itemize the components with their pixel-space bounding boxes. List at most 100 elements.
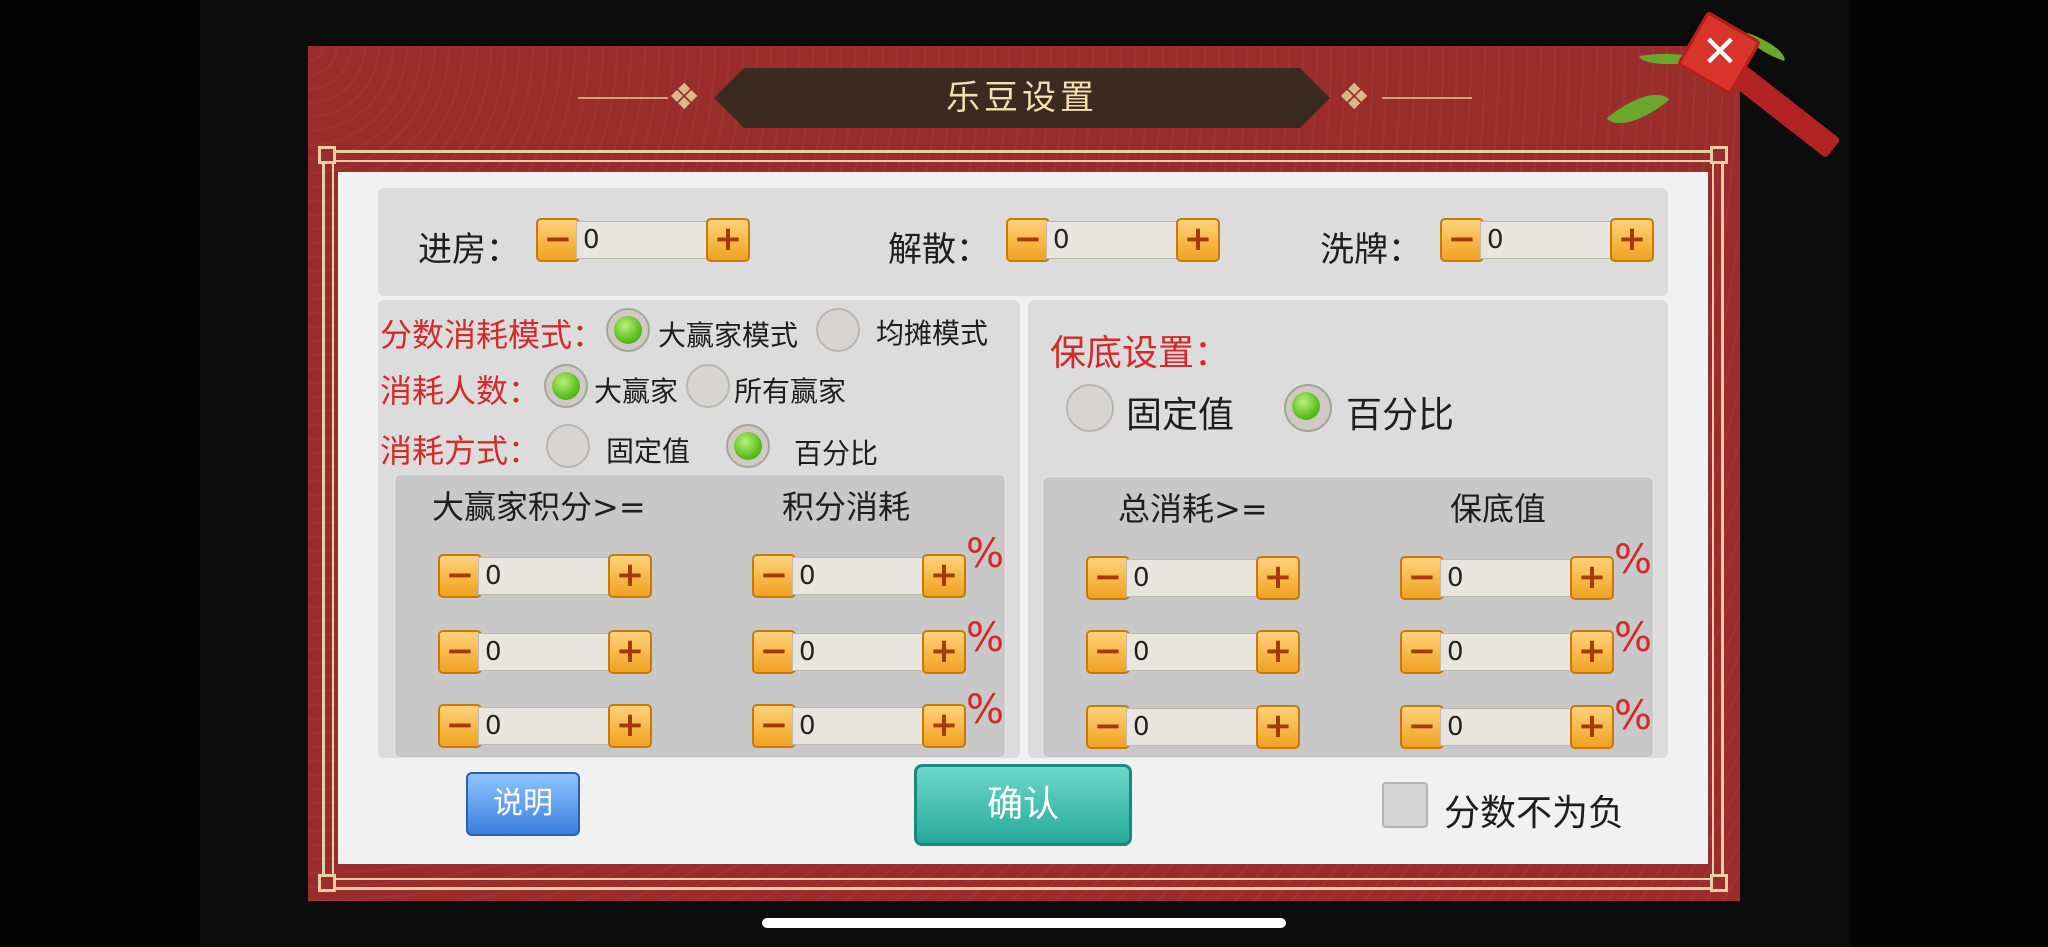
column-header: 总消耗>=	[1118, 490, 1268, 528]
percent-sign: %	[1614, 615, 1653, 661]
increment-button[interactable]: +	[922, 704, 966, 748]
entry-fee-input[interactable]: 0	[576, 221, 708, 259]
increment-button[interactable]: +	[922, 554, 966, 598]
score-mode-label: 分数消耗模式：	[380, 316, 605, 354]
entry-fee-stepper[interactable]: − 0 +	[536, 218, 750, 262]
shuffle-stepper[interactable]: − 0 +	[1440, 218, 1654, 262]
decrement-button[interactable]: −	[438, 554, 482, 598]
increment-button[interactable]: +	[1256, 705, 1300, 749]
increment-button[interactable]: +	[608, 554, 652, 598]
confirm-button[interactable]: 确认	[914, 764, 1132, 846]
total-consume-stepper[interactable]: − 0 +	[1086, 630, 1300, 674]
flower-ornament-icon: ❖	[1338, 77, 1371, 118]
decrement-button[interactable]: −	[752, 704, 796, 748]
winner-score-input[interactable]: 0	[478, 707, 610, 745]
home-indicator[interactable]	[762, 918, 1286, 928]
increment-button[interactable]: +	[706, 218, 750, 262]
decrement-button[interactable]: −	[1006, 218, 1050, 262]
dissolve-stepper[interactable]: − 0 +	[1006, 218, 1220, 262]
score-mode-option-label: 大赢家模式	[658, 319, 799, 352]
guarantee-value-stepper[interactable]: − 0 +	[1400, 556, 1614, 600]
increment-button[interactable]: +	[1570, 630, 1614, 674]
winner-score-stepper[interactable]: − 0 +	[438, 554, 652, 598]
dissolve-label: 解散：	[888, 230, 990, 270]
guarantee-radio-percent[interactable]	[1284, 384, 1332, 432]
consume-method-radio-fixed[interactable]	[546, 424, 590, 468]
percent-sign: %	[966, 531, 1005, 577]
title-ornament-line-right	[1382, 97, 1472, 99]
nonnegative-checkbox[interactable]	[1382, 782, 1428, 828]
increment-button[interactable]: +	[608, 704, 652, 748]
decrement-button[interactable]: −	[752, 630, 796, 674]
score-consume-input[interactable]: 0	[792, 707, 924, 745]
consumer-count-radio-all[interactable]	[686, 364, 730, 408]
shuffle-input[interactable]: 0	[1480, 221, 1612, 259]
increment-button[interactable]: +	[1176, 218, 1220, 262]
decrement-button[interactable]: −	[752, 554, 796, 598]
percent-sign: %	[1614, 693, 1653, 739]
decrement-button[interactable]: −	[1400, 556, 1444, 600]
dialog-title: 乐豆设置	[946, 78, 1098, 118]
increment-button[interactable]: +	[1256, 630, 1300, 674]
winner-score-input[interactable]: 0	[478, 633, 610, 671]
corner-ornament	[318, 146, 336, 164]
total-consume-input[interactable]: 0	[1126, 559, 1258, 597]
increment-button[interactable]: +	[1256, 556, 1300, 600]
winner-score-stepper[interactable]: − 0 +	[438, 704, 652, 748]
guarantee-title: 保底设置：	[1050, 333, 1231, 374]
consume-method-option-label: 固定值	[606, 435, 691, 468]
winner-score-stepper[interactable]: − 0 +	[438, 630, 652, 674]
corner-ornament	[1710, 874, 1728, 892]
nonnegative-label: 分数不为负	[1444, 793, 1625, 834]
score-consume-stepper[interactable]: − 0 +	[752, 704, 966, 748]
increment-button[interactable]: +	[1570, 705, 1614, 749]
guarantee-option-label: 固定值	[1126, 395, 1235, 436]
winner-score-input[interactable]: 0	[478, 557, 610, 595]
guarantee-value-input[interactable]: 0	[1440, 708, 1572, 746]
column-header: 积分消耗	[782, 488, 911, 526]
shuffle-label: 洗牌：	[1320, 230, 1422, 270]
decrement-button[interactable]: −	[1400, 705, 1444, 749]
total-consume-input[interactable]: 0	[1126, 708, 1258, 746]
decrement-button[interactable]: −	[438, 704, 482, 748]
column-header: 大赢家积分>=	[432, 488, 646, 526]
score-mode-radio-winner[interactable]	[606, 308, 650, 352]
increment-button[interactable]: +	[1610, 218, 1654, 262]
close-icon: ✕	[1701, 26, 1738, 78]
decrement-button[interactable]: −	[438, 630, 482, 674]
score-mode-radio-split[interactable]	[816, 308, 860, 352]
score-consume-stepper[interactable]: − 0 +	[752, 630, 966, 674]
consume-method-radio-percent[interactable]	[726, 424, 770, 468]
guarantee-radio-fixed[interactable]	[1066, 384, 1114, 432]
score-consume-stepper[interactable]: − 0 +	[752, 554, 966, 598]
score-consume-input[interactable]: 0	[792, 633, 924, 671]
increment-button[interactable]: +	[922, 630, 966, 674]
total-consume-stepper[interactable]: − 0 +	[1086, 556, 1300, 600]
total-consume-stepper[interactable]: − 0 +	[1086, 705, 1300, 749]
consumer-count-option-label: 所有赢家	[734, 375, 847, 408]
guarantee-value-input[interactable]: 0	[1440, 633, 1572, 671]
consume-method-option-label: 百分比	[794, 437, 879, 470]
decrement-button[interactable]: −	[536, 218, 580, 262]
entry-fee-label: 进房：	[418, 230, 520, 270]
title-ornament-line-left	[578, 97, 668, 99]
total-consume-input[interactable]: 0	[1126, 633, 1258, 671]
score-mode-option-label: 均摊模式	[876, 317, 989, 350]
score-consume-input[interactable]: 0	[792, 557, 924, 595]
decrement-button[interactable]: −	[1440, 218, 1484, 262]
decrement-button[interactable]: −	[1086, 630, 1130, 674]
decrement-button[interactable]: −	[1086, 556, 1130, 600]
guarantee-value-stepper[interactable]: − 0 +	[1400, 705, 1614, 749]
flower-ornament-icon: ❖	[668, 77, 701, 118]
guarantee-value-input[interactable]: 0	[1440, 559, 1572, 597]
percent-sign: %	[966, 687, 1005, 733]
increment-button[interactable]: +	[1570, 556, 1614, 600]
help-button[interactable]: 说明	[466, 772, 580, 836]
dissolve-input[interactable]: 0	[1046, 221, 1178, 259]
consumer-count-label: 消耗人数：	[380, 372, 541, 410]
decrement-button[interactable]: −	[1086, 705, 1130, 749]
consumer-count-radio-winner[interactable]	[544, 364, 588, 408]
decrement-button[interactable]: −	[1400, 630, 1444, 674]
increment-button[interactable]: +	[608, 630, 652, 674]
guarantee-value-stepper[interactable]: − 0 +	[1400, 630, 1614, 674]
